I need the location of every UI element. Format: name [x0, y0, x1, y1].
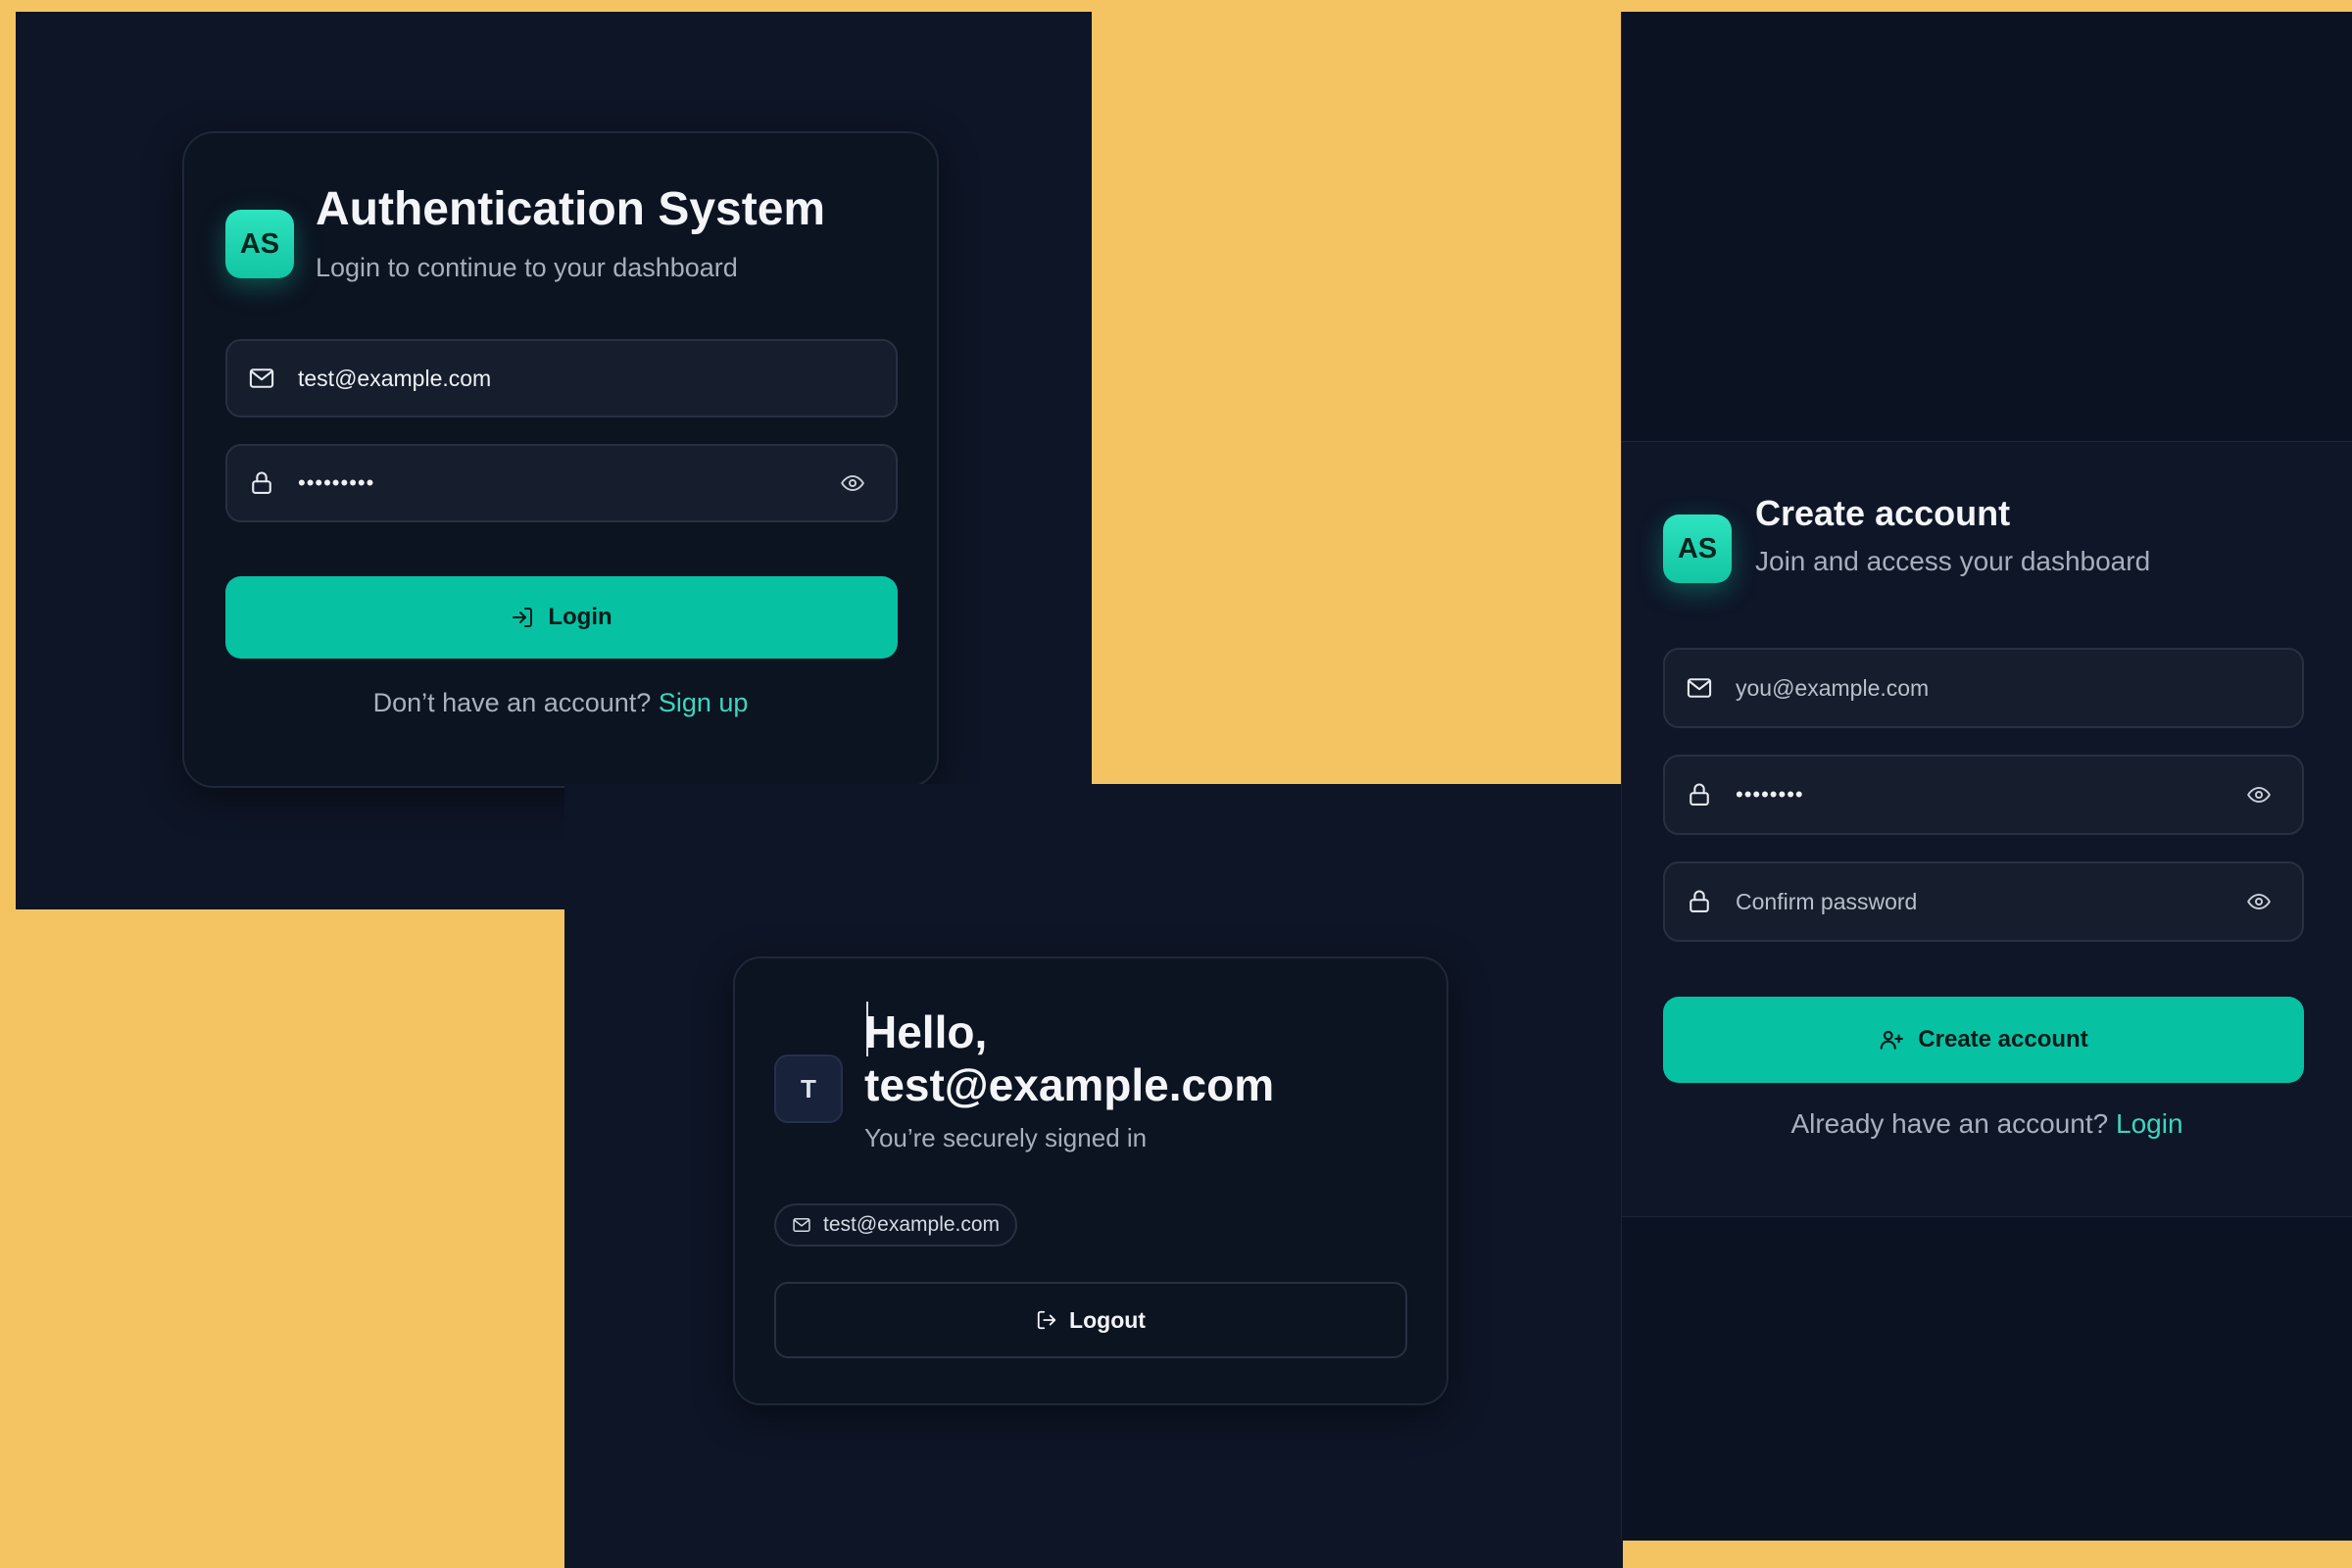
login-button-label: Login: [548, 604, 612, 630]
signup-form-section: AS Create account Join and access your d…: [1622, 441, 2352, 1217]
mail-icon: [1685, 673, 1714, 703]
mail-icon: [247, 364, 276, 393]
eye-icon[interactable]: [2245, 888, 2273, 915]
welcome-card: T Hello, test@example.com You’re securel…: [733, 956, 1448, 1405]
greeting-line-1: Hello,: [864, 1006, 988, 1057]
login-button[interactable]: Login: [225, 576, 898, 659]
chip-email: test@example.com: [823, 1213, 1001, 1236]
avatar: T: [774, 1054, 843, 1123]
page-subtitle: Join and access your dashboard: [1755, 546, 2151, 576]
log-out-icon: [1036, 1309, 1057, 1331]
email-placeholder: you@example.com: [1736, 674, 1930, 701]
lock-icon: [247, 468, 276, 498]
signup-prompt-text: Don’t have an account?: [372, 688, 652, 717]
email-field[interactable]: you@example.com: [1663, 648, 2304, 728]
password-value: •••••••••: [298, 470, 375, 495]
login-panel: AS Authentication System Login to contin…: [16, 12, 1092, 909]
eye-icon[interactable]: [839, 469, 866, 497]
user-email-chip: test@example.com: [774, 1203, 1018, 1247]
signup-panel: AS Create account Join and access your d…: [1621, 12, 2352, 1541]
create-account-button[interactable]: Create account: [1663, 997, 2304, 1083]
login-prompt: Already have an account? Login: [1622, 1108, 2352, 1140]
email-field[interactable]: test@example.com: [225, 339, 898, 417]
dashboard-panel: T Hello, test@example.com You’re securel…: [564, 784, 1623, 1568]
log-in-icon: [511, 606, 534, 629]
login-prompt-text: Already have an account?: [1790, 1108, 2109, 1139]
app-logo: AS: [225, 210, 294, 278]
mail-icon: [792, 1215, 811, 1235]
session-status: You’re securely signed in: [864, 1123, 1148, 1152]
page-title: Create account: [1755, 493, 2011, 533]
login-card: AS Authentication System Login to contin…: [182, 131, 939, 788]
eye-icon[interactable]: [2245, 781, 2273, 808]
confirm-password-placeholder: Confirm password: [1736, 888, 1918, 914]
app-logo: AS: [1663, 514, 1732, 583]
logout-button-label: Logout: [1069, 1306, 1146, 1333]
password-value: ••••••••: [1736, 782, 1804, 807]
confirm-password-field[interactable]: Confirm password: [1663, 861, 2304, 942]
lock-icon: [1685, 887, 1714, 916]
greeting-line-2: test@example.com: [864, 1059, 1275, 1110]
lock-icon: [1685, 780, 1714, 809]
user-plus-icon: [1879, 1027, 1904, 1053]
page-subtitle: Login to continue to your dashboard: [316, 253, 738, 282]
login-link[interactable]: Login: [2116, 1108, 2183, 1139]
page-title: Authentication System: [316, 183, 826, 235]
create-account-button-label: Create account: [1918, 1026, 2088, 1053]
signup-link[interactable]: Sign up: [659, 688, 749, 717]
password-field[interactable]: ••••••••: [1663, 755, 2304, 835]
signup-prompt: Don’t have an account? Sign up: [184, 688, 937, 718]
password-field[interactable]: •••••••••: [225, 444, 898, 522]
email-value: test@example.com: [298, 365, 492, 391]
logout-button[interactable]: Logout: [774, 1282, 1407, 1358]
